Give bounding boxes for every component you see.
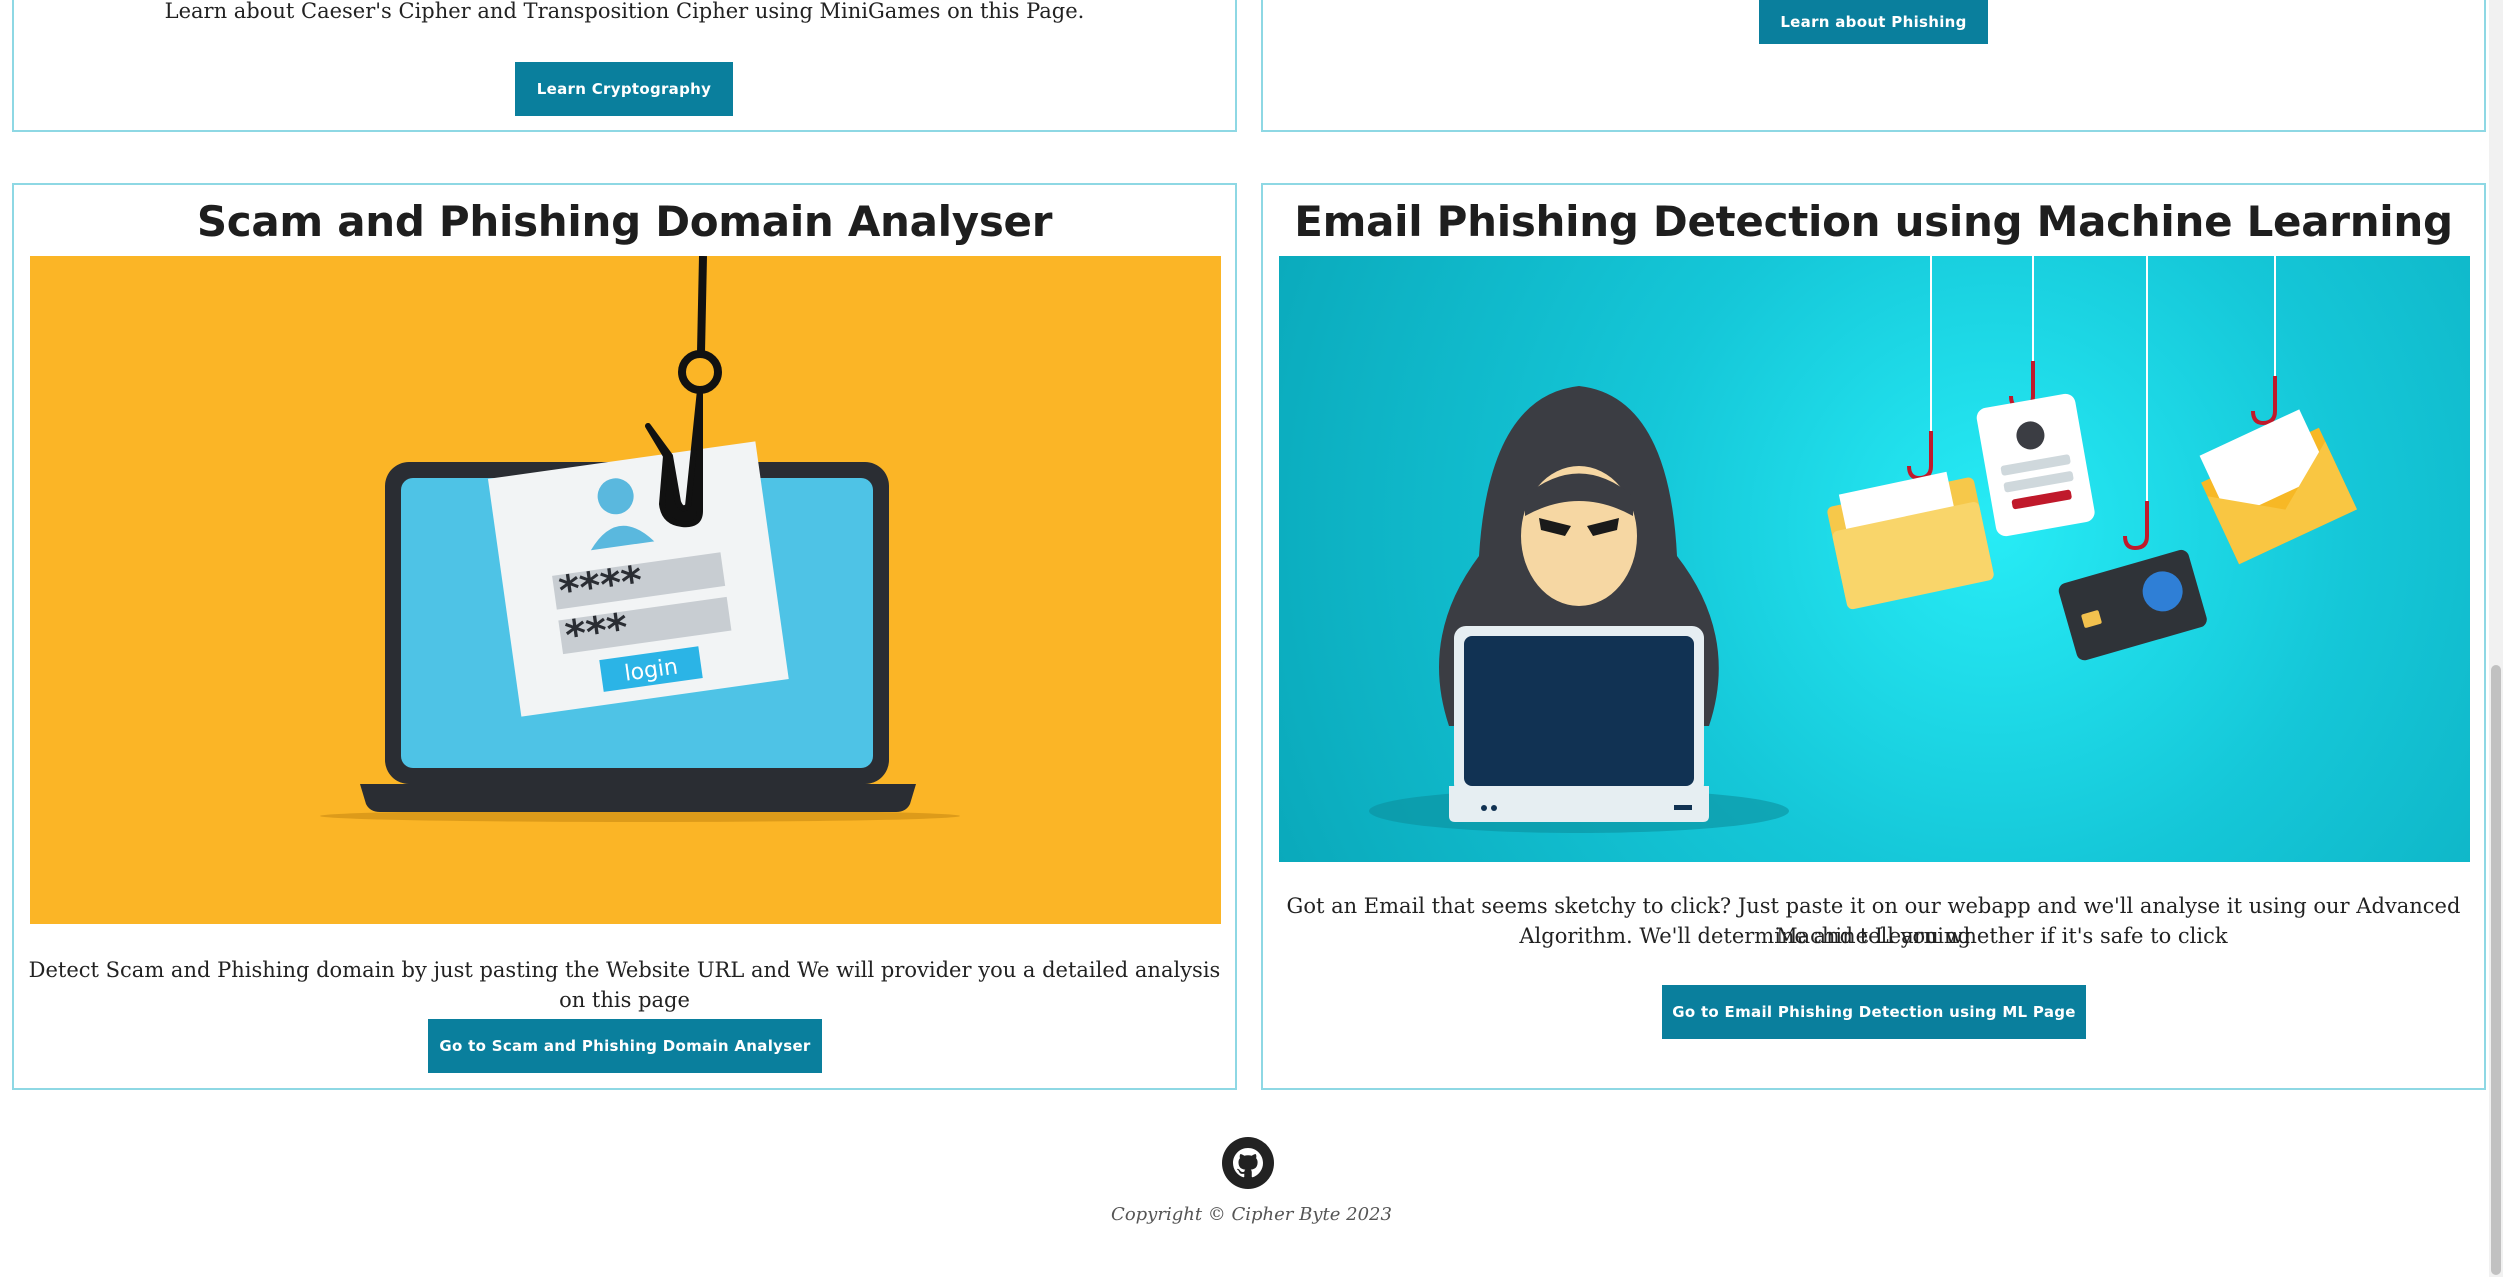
learn-cryptography-button[interactable]: Learn Cryptography [515, 62, 733, 116]
cryptography-description: Learn about Caeser's Cipher and Transpos… [164, 0, 1085, 23]
domain-analyser-image: **** *** login [30, 256, 1221, 924]
email-detection-card: Email Phishing Detection using Machine L… [1261, 183, 2486, 1090]
email-detection-image [1279, 256, 2470, 862]
email-detection-description-line2: Algorithm. We'll determine and tell you … [1519, 924, 2228, 948]
github-icon[interactable] [1222, 1137, 1274, 1189]
page-scrollbar[interactable] [2489, 0, 2503, 1277]
domain-analyser-description: Detect Scam and Phishing domain by just … [28, 958, 1221, 1012]
scrollbar-thumb[interactable] [2491, 665, 2501, 1275]
cryptography-card: Learn about Caeser's Cipher and Transpos… [12, 0, 1237, 132]
domain-analyser-card: Scam and Phishing Domain Analyser **** *… [12, 183, 1237, 1090]
phishing-card: Learn about Phishing [1261, 0, 2486, 132]
email-detection-title: Email Phishing Detection using Machine L… [1294, 197, 2453, 246]
password-stars-2: *** [562, 605, 631, 659]
go-to-domain-analyser-button[interactable]: Go to Scam and Phishing Domain Analyser [428, 1019, 822, 1073]
go-to-email-detection-button[interactable]: Go to Email Phishing Detection using ML … [1662, 985, 2086, 1039]
learn-phishing-button[interactable]: Learn about Phishing [1759, 0, 1988, 44]
domain-analyser-title: Scam and Phishing Domain Analyser [196, 197, 1053, 246]
copyright-text: Copyright © Cipher Byte 2023 [1111, 1204, 1392, 1225]
